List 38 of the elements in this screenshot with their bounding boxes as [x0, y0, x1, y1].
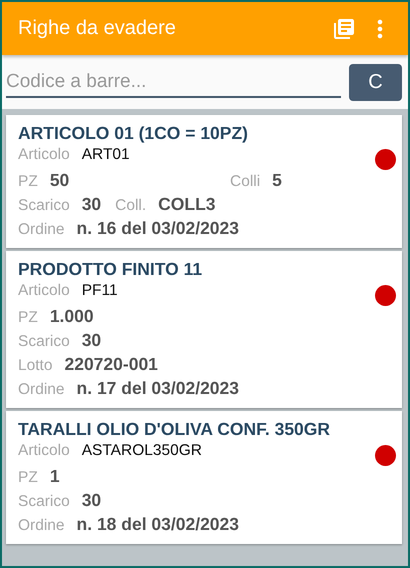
field-label: Articolo — [18, 146, 70, 164]
field-label: Articolo — [18, 282, 70, 300]
field-value: 220720-001 — [64, 354, 158, 375]
field-label: PZ — [18, 469, 38, 487]
field-label: Coll. — [115, 197, 146, 215]
item-title: TARALLI OLIO D'OLIVA CONF. 350GR — [18, 419, 332, 440]
clear-button[interactable]: C — [349, 64, 402, 100]
field-value: 5 — [272, 170, 282, 191]
item-card[interactable]: TARALLI OLIO D'OLIVA CONF. 350GR Articolo ASTAROL350GR PZ 1 Scarico 30 Ordine n. 18 del 03/02/2023 — [6, 411, 402, 544]
field-value: 1 — [50, 466, 60, 487]
field-value: 30 — [82, 194, 102, 215]
item-card[interactable]: PRODOTTO FINITO 11 Articolo PF11 PZ 1.000 Scarico 30 Lotto 220720-001 Ordine n. 17 del 03/02/2023 — [6, 251, 402, 408]
field-label: Scarico — [18, 333, 70, 351]
field-value: COLL3 — [158, 194, 216, 215]
field-label: Scarico — [18, 493, 70, 511]
item-card[interactable]: ARTICOLO 01 (1CO = 10PZ) Articolo ART01 PZ 50 Colli 5 Scarico 30 Coll. COLL3 Ordine n. 16 del 03/02/2023 — [6, 115, 402, 248]
field-label: Lotto — [18, 357, 52, 375]
field-label: Ordine — [18, 381, 65, 399]
field-value: 50 — [50, 170, 70, 191]
field-value: n. 17 del 03/02/2023 — [76, 378, 240, 399]
field-value: 30 — [82, 330, 102, 351]
field-value: n. 18 del 03/02/2023 — [76, 514, 240, 535]
field-value: 30 — [82, 490, 102, 511]
field-value: PF11 — [82, 282, 118, 300]
field-value: n. 16 del 03/02/2023 — [76, 218, 240, 239]
item-title: PRODOTTO FINITO 11 — [18, 259, 204, 280]
field-label: Ordine — [18, 517, 65, 535]
field-label: Articolo — [18, 442, 70, 460]
field-label: PZ — [18, 173, 38, 191]
app-title: Righe da evadere — [18, 17, 177, 40]
item-title: ARTICOLO 01 (1CO = 10PZ) — [18, 123, 249, 144]
field-label: Scarico — [18, 197, 70, 215]
field-value: ART01 — [82, 146, 130, 164]
field-label: Ordine — [18, 221, 65, 239]
field-value: 1.000 — [50, 306, 94, 327]
field-value: ASTAROL350GR — [82, 442, 202, 460]
field-label: Colli — [230, 173, 260, 191]
field-label: PZ — [18, 309, 38, 327]
